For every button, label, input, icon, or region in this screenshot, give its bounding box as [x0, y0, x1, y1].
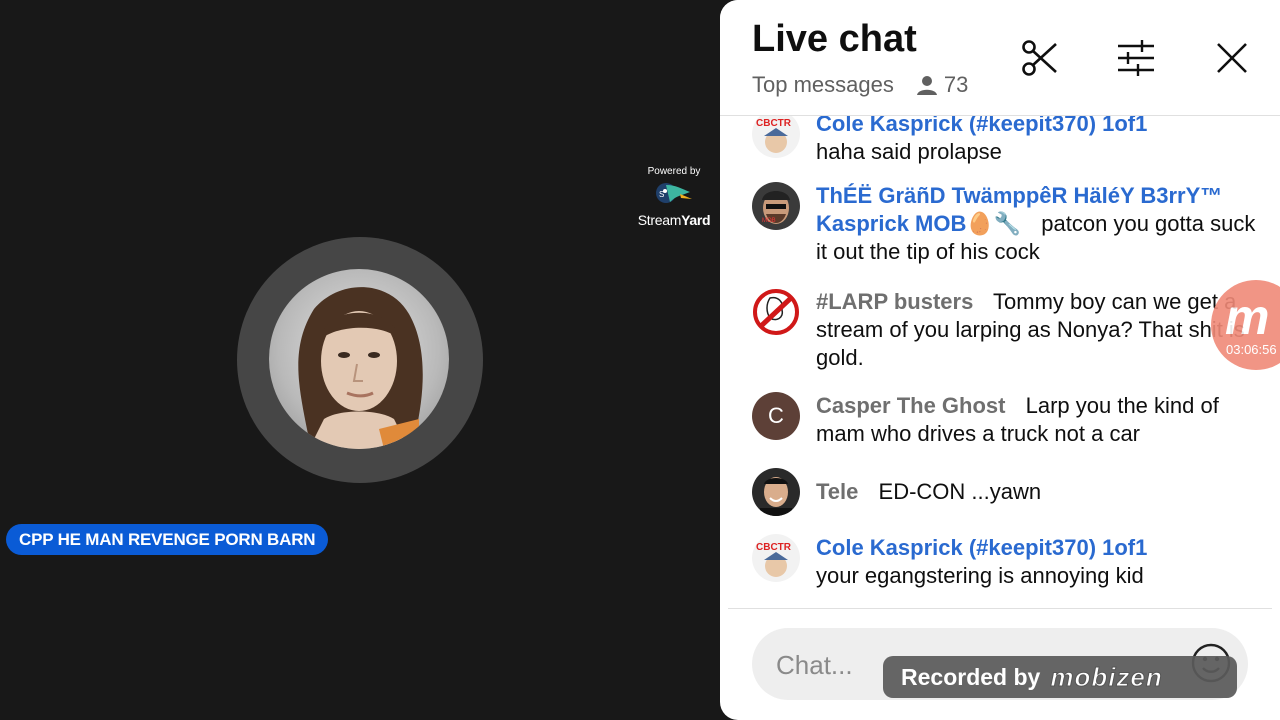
powered-by-label: Powered by: [647, 166, 701, 177]
viewer-count: 73: [916, 72, 968, 98]
scissors-icon: [1022, 40, 1057, 76]
live-chat-panel: Live chat Top messages 73 CBCTR Cole Kas…: [720, 0, 1280, 720]
chat-title: Live chat: [752, 18, 917, 60]
clip-button[interactable]: [1018, 36, 1062, 80]
message-author[interactable]: Cole Kasprick (#keepit370) 1of1: [816, 116, 1147, 136]
message-author[interactable]: Cole Kasprick (#keepit370) 1of1: [816, 535, 1147, 560]
chat-divider: [728, 608, 1272, 609]
message-author[interactable]: Tele: [816, 479, 858, 504]
close-icon: [1217, 43, 1247, 73]
sliders-icon: [1118, 40, 1154, 76]
chat-input-placeholder: Chat...: [776, 650, 853, 680]
recorded-by-label: Recorded by: [901, 663, 1041, 690]
chat-mode-label[interactable]: Top messages: [752, 72, 894, 98]
message-author[interactable]: #LARP busters: [816, 289, 973, 314]
chat-mode-selector[interactable]: Top messages 73: [752, 72, 968, 98]
svg-text:S: S: [659, 190, 664, 199]
mobizen-logo: mobizen: [1050, 661, 1163, 692]
user-avatar: MOB: [752, 182, 800, 230]
message-text: your egangstering is annoying kid: [816, 563, 1144, 588]
chat-settings-button[interactable]: [1114, 36, 1158, 80]
close-chat-button[interactable]: [1210, 36, 1254, 80]
svg-text:MOB: MOB: [762, 218, 776, 224]
person-icon: [916, 76, 937, 95]
svg-text:CBCTR: CBCTR: [756, 542, 792, 553]
speaker-name-tag: CPP HE MAN REVENGE PORN BARN: [6, 524, 329, 555]
message-text: haha said prolapse: [816, 139, 1002, 164]
user-avatar: CBCTR: [752, 116, 800, 158]
chat-header: Live chat Top messages 73: [720, 0, 1280, 116]
message-author[interactable]: Casper The Ghost: [816, 393, 1005, 418]
streamyard-brand: StreamYard: [637, 212, 711, 228]
user-avatar: CBCTR: [752, 534, 800, 582]
avatar-letter: C: [768, 403, 784, 428]
video-area[interactable]: Powered by S StreamYard CPP HE MAN REVEN…: [0, 0, 720, 720]
user-avatar: [752, 288, 800, 336]
speaker-avatar-frame: [237, 237, 483, 483]
speaker-avatar: [269, 269, 449, 449]
user-avatar: [752, 468, 800, 516]
mobizen-letter: m: [1225, 289, 1270, 345]
streamyard-watermark: Powered by S StreamYard: [634, 166, 714, 230]
user-avatar: C: [752, 392, 800, 440]
viewer-count-value: 73: [943, 72, 969, 97]
svg-text:CBCTR: CBCTR: [756, 118, 792, 129]
recording-timer: 03:06:56: [1226, 342, 1277, 357]
message-text: ED-CON ...yawn: [878, 479, 1042, 504]
recorded-by-watermark: Recorded by mobizen: [883, 656, 1237, 698]
chat-message-list[interactable]: CBCTR Cole Kasprick (#keepit370) 1of1 ha…: [720, 116, 1280, 608]
streamyard-logo-icon: S: [652, 180, 696, 210]
